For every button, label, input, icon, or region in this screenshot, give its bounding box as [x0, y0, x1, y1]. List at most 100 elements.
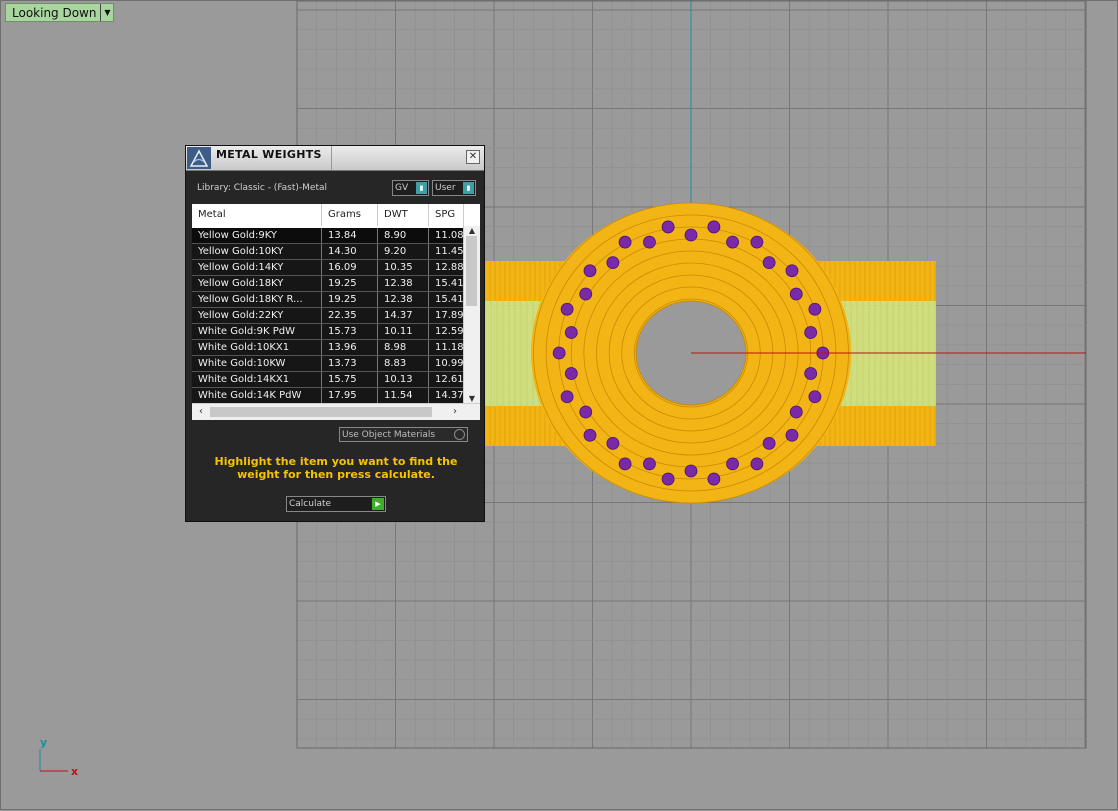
gem-stone	[684, 464, 698, 478]
table-row[interactable]: Yellow Gold:18KY R... 19.25 12.38 15.41	[192, 292, 464, 308]
gem-stone	[618, 235, 632, 249]
dwt-cell: 11.54	[378, 388, 429, 403]
dwt-cell: 12.38	[378, 276, 429, 291]
table-row[interactable]: Yellow Gold:22KY 22.35 14.37 17.89	[192, 308, 464, 324]
scroll-up-icon[interactable]: ▲	[464, 226, 480, 236]
dwt-cell: 8.98	[378, 340, 429, 355]
table-row[interactable]: White Gold:14K PdW 17.95 11.54 14.37	[192, 388, 464, 404]
play-icon[interactable]: ▶	[372, 498, 384, 510]
scroll-left-icon[interactable]: ‹	[194, 405, 208, 419]
vertical-scrollbar[interactable]: ▲ ▼	[463, 226, 480, 404]
use-object-materials-select[interactable]: Use Object Materials	[339, 427, 468, 442]
column-header-metal[interactable]: Metal	[192, 204, 322, 226]
spg-cell: 11.18	[429, 340, 464, 355]
grams-cell: 17.95	[322, 388, 378, 403]
column-header-dwt[interactable]: DWT	[378, 204, 429, 226]
spg-cell: 12.59	[429, 324, 464, 339]
grams-cell: 22.35	[322, 308, 378, 323]
grams-cell: 19.25	[322, 276, 378, 291]
spg-cell: 11.08	[429, 228, 464, 243]
panel-title: METAL WEIGHTS	[216, 148, 322, 161]
grams-cell: 15.75	[322, 372, 378, 387]
axis-y-label: y	[40, 736, 48, 749]
table-row[interactable]: Yellow Gold:18KY 19.25 12.38 15.41	[192, 276, 464, 292]
table-row[interactable]: Yellow Gold:14KY 16.09 10.35 12.88	[192, 260, 464, 276]
gem-stone	[618, 457, 632, 471]
gem-stone	[707, 220, 721, 234]
table-row[interactable]: White Gold:10KW 13.73 8.83 10.99	[192, 356, 464, 372]
gem-stone	[564, 367, 578, 380]
spg-cell: 14.37	[429, 388, 464, 403]
scroll-right-icon[interactable]: ›	[448, 405, 462, 419]
user-select[interactable]: User ▮	[432, 180, 476, 196]
calculate-button[interactable]: Calculate ▶	[286, 496, 386, 512]
gem-stone	[560, 390, 574, 404]
table-header: Metal Grams DWT SPG	[192, 204, 480, 226]
gem-stone	[789, 287, 803, 301]
gem-stone	[726, 457, 739, 471]
dwt-cell: 8.90	[378, 228, 429, 243]
dwt-cell: 8.83	[378, 356, 429, 371]
grams-cell: 13.84	[322, 228, 378, 243]
gem-stone	[804, 367, 818, 380]
gem-stone	[762, 436, 776, 450]
column-header-grams[interactable]: Grams	[322, 204, 378, 226]
gem-stone	[583, 264, 597, 278]
metal-cell: White Gold:10KW	[192, 356, 322, 371]
gem-stone	[808, 302, 822, 316]
gem-stone	[789, 405, 803, 419]
select-arrow-icon[interactable]: ▮	[463, 182, 474, 194]
gem-stone	[643, 235, 656, 249]
horizontal-scrollbar[interactable]: ‹ ›	[192, 403, 480, 420]
chevron-down-icon[interactable]: ▼	[100, 4, 113, 21]
gem-stone	[726, 235, 739, 249]
gem-stone	[552, 346, 566, 360]
gem-stone	[564, 326, 578, 339]
scrollbar-thumb[interactable]	[466, 236, 477, 306]
column-header-spg[interactable]: SPG	[429, 204, 464, 226]
grams-cell: 14.30	[322, 244, 378, 259]
table-row[interactable]: White Gold:14KX1 15.75 10.13 12.61	[192, 372, 464, 388]
table-row[interactable]: Yellow Gold:10KY 14.30 9.20 11.45	[192, 244, 464, 260]
table-row[interactable]: White Gold:10KX1 13.96 8.98 11.18	[192, 340, 464, 356]
scrollbar-thumb[interactable]	[210, 407, 432, 417]
metal-table[interactable]: Metal Grams DWT SPG Yellow Gold:9KY 13.84…	[192, 204, 480, 420]
gem-stone	[804, 326, 818, 339]
table-body: Yellow Gold:9KY 13.84 8.90 11.08 Yellow Gold…	[192, 228, 464, 404]
gem-stone	[560, 302, 574, 316]
gv-select[interactable]: GV ▮	[392, 180, 429, 196]
spg-cell: 12.61	[429, 372, 464, 387]
gem-stone	[583, 428, 597, 442]
3d-viewport[interactable]: Looking Down ▼ y x	[0, 0, 1118, 810]
select-arrow-icon[interactable]: ▮	[416, 182, 427, 194]
viewport-scene[interactable]	[1, 1, 1118, 811]
grams-cell: 16.09	[322, 260, 378, 275]
metal-weights-panel[interactable]: METAL WEIGHTS ✕ Library: Classic - (Fast…	[185, 145, 485, 522]
close-icon[interactable]: ✕	[466, 150, 480, 164]
metal-cell: White Gold:9K PdW	[192, 324, 322, 339]
gv-select-value: GV	[395, 183, 409, 193]
gem-stone	[785, 264, 799, 278]
dwt-cell: 9.20	[378, 244, 429, 259]
metal-cell: Yellow Gold:9KY	[192, 228, 322, 243]
metal-cell: Yellow Gold:10KY	[192, 244, 322, 259]
radio-icon[interactable]	[454, 429, 465, 440]
spg-cell: 15.41	[429, 276, 464, 291]
gem-stone	[606, 256, 620, 270]
grams-cell: 15.73	[322, 324, 378, 339]
spg-cell: 11.45	[429, 244, 464, 259]
metal-cell: White Gold:10KX1	[192, 340, 322, 355]
axis-x-label: x	[71, 765, 79, 778]
spg-cell: 10.99	[429, 356, 464, 371]
panel-titlebar[interactable]: METAL WEIGHTS ✕	[186, 146, 484, 171]
gem-stone	[750, 457, 764, 471]
view-label-dropdown[interactable]: Looking Down ▼	[5, 3, 115, 22]
dwt-cell: 12.38	[378, 292, 429, 307]
gem-stone	[661, 472, 675, 486]
table-row[interactable]: White Gold:9K PdW 15.73 10.11 12.59	[192, 324, 464, 340]
metal-cell: Yellow Gold:18KY	[192, 276, 322, 291]
table-row[interactable]: Yellow Gold:9KY 13.84 8.90 11.08	[192, 228, 464, 244]
calculate-label: Calculate	[289, 499, 332, 509]
app-logo-icon	[187, 147, 211, 169]
grams-cell: 13.73	[322, 356, 378, 371]
